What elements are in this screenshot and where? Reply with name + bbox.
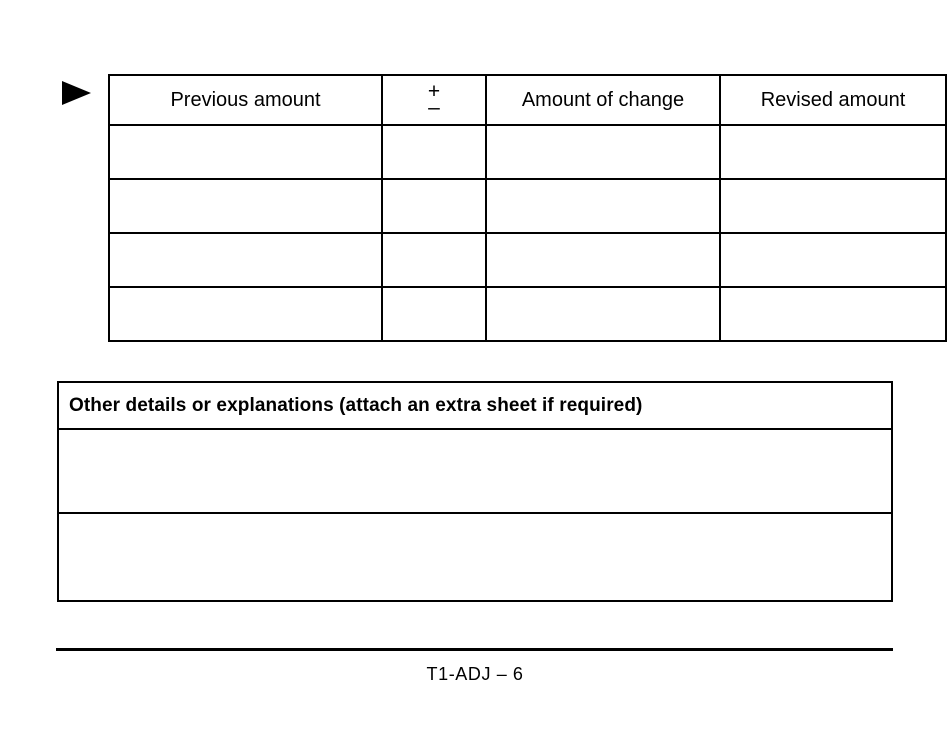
- cell-sign[interactable]: [381, 232, 487, 288]
- column-header-sign: + –: [381, 74, 487, 126]
- cell-previous-amount[interactable]: [108, 124, 383, 180]
- table-row: [108, 124, 947, 180]
- cell-revised-amount[interactable]: [719, 232, 947, 288]
- other-details-line-2[interactable]: [57, 512, 893, 602]
- other-details-header-row: Other details or explanations (attach an…: [57, 381, 893, 430]
- footer-form-code: T1-ADJ – 6: [426, 664, 524, 684]
- other-details-line-row: [57, 512, 893, 602]
- table-row: [108, 232, 947, 288]
- column-header-amount-of-change: Amount of change: [485, 74, 721, 126]
- cell-amount-of-change[interactable]: [485, 124, 721, 180]
- other-details-header-label: Other details or explanations (attach an…: [57, 381, 893, 430]
- cell-sign[interactable]: [381, 124, 487, 180]
- cell-amount-of-change[interactable]: [485, 178, 721, 234]
- cell-revised-amount[interactable]: [719, 124, 947, 180]
- other-details-box: Other details or explanations (attach an…: [57, 381, 893, 602]
- other-details-line-1[interactable]: [57, 428, 893, 514]
- footer-divider: [56, 648, 893, 651]
- amounts-table-header-row: Previous amount + – Amount of change Rev…: [108, 74, 947, 126]
- table-row: [108, 178, 947, 234]
- cell-previous-amount[interactable]: [108, 232, 383, 288]
- table-row: [108, 286, 947, 342]
- minus-icon: –: [428, 96, 440, 119]
- right-triangle-marker-icon: [62, 81, 91, 105]
- column-header-revised-amount: Revised amount: [719, 74, 947, 126]
- cell-amount-of-change[interactable]: [485, 232, 721, 288]
- cell-previous-amount[interactable]: [108, 286, 383, 342]
- plus-minus-stack: + –: [389, 81, 479, 119]
- cell-revised-amount[interactable]: [719, 178, 947, 234]
- cell-previous-amount[interactable]: [108, 178, 383, 234]
- cell-sign[interactable]: [381, 286, 487, 342]
- amounts-table: Previous amount + – Amount of change Rev…: [108, 74, 947, 342]
- other-details-line-row: [57, 428, 893, 514]
- column-header-previous-amount: Previous amount: [108, 74, 383, 126]
- form-page: Previous amount + – Amount of change Rev…: [0, 0, 950, 733]
- cell-sign[interactable]: [381, 178, 487, 234]
- cell-amount-of-change[interactable]: [485, 286, 721, 342]
- cell-revised-amount[interactable]: [719, 286, 947, 342]
